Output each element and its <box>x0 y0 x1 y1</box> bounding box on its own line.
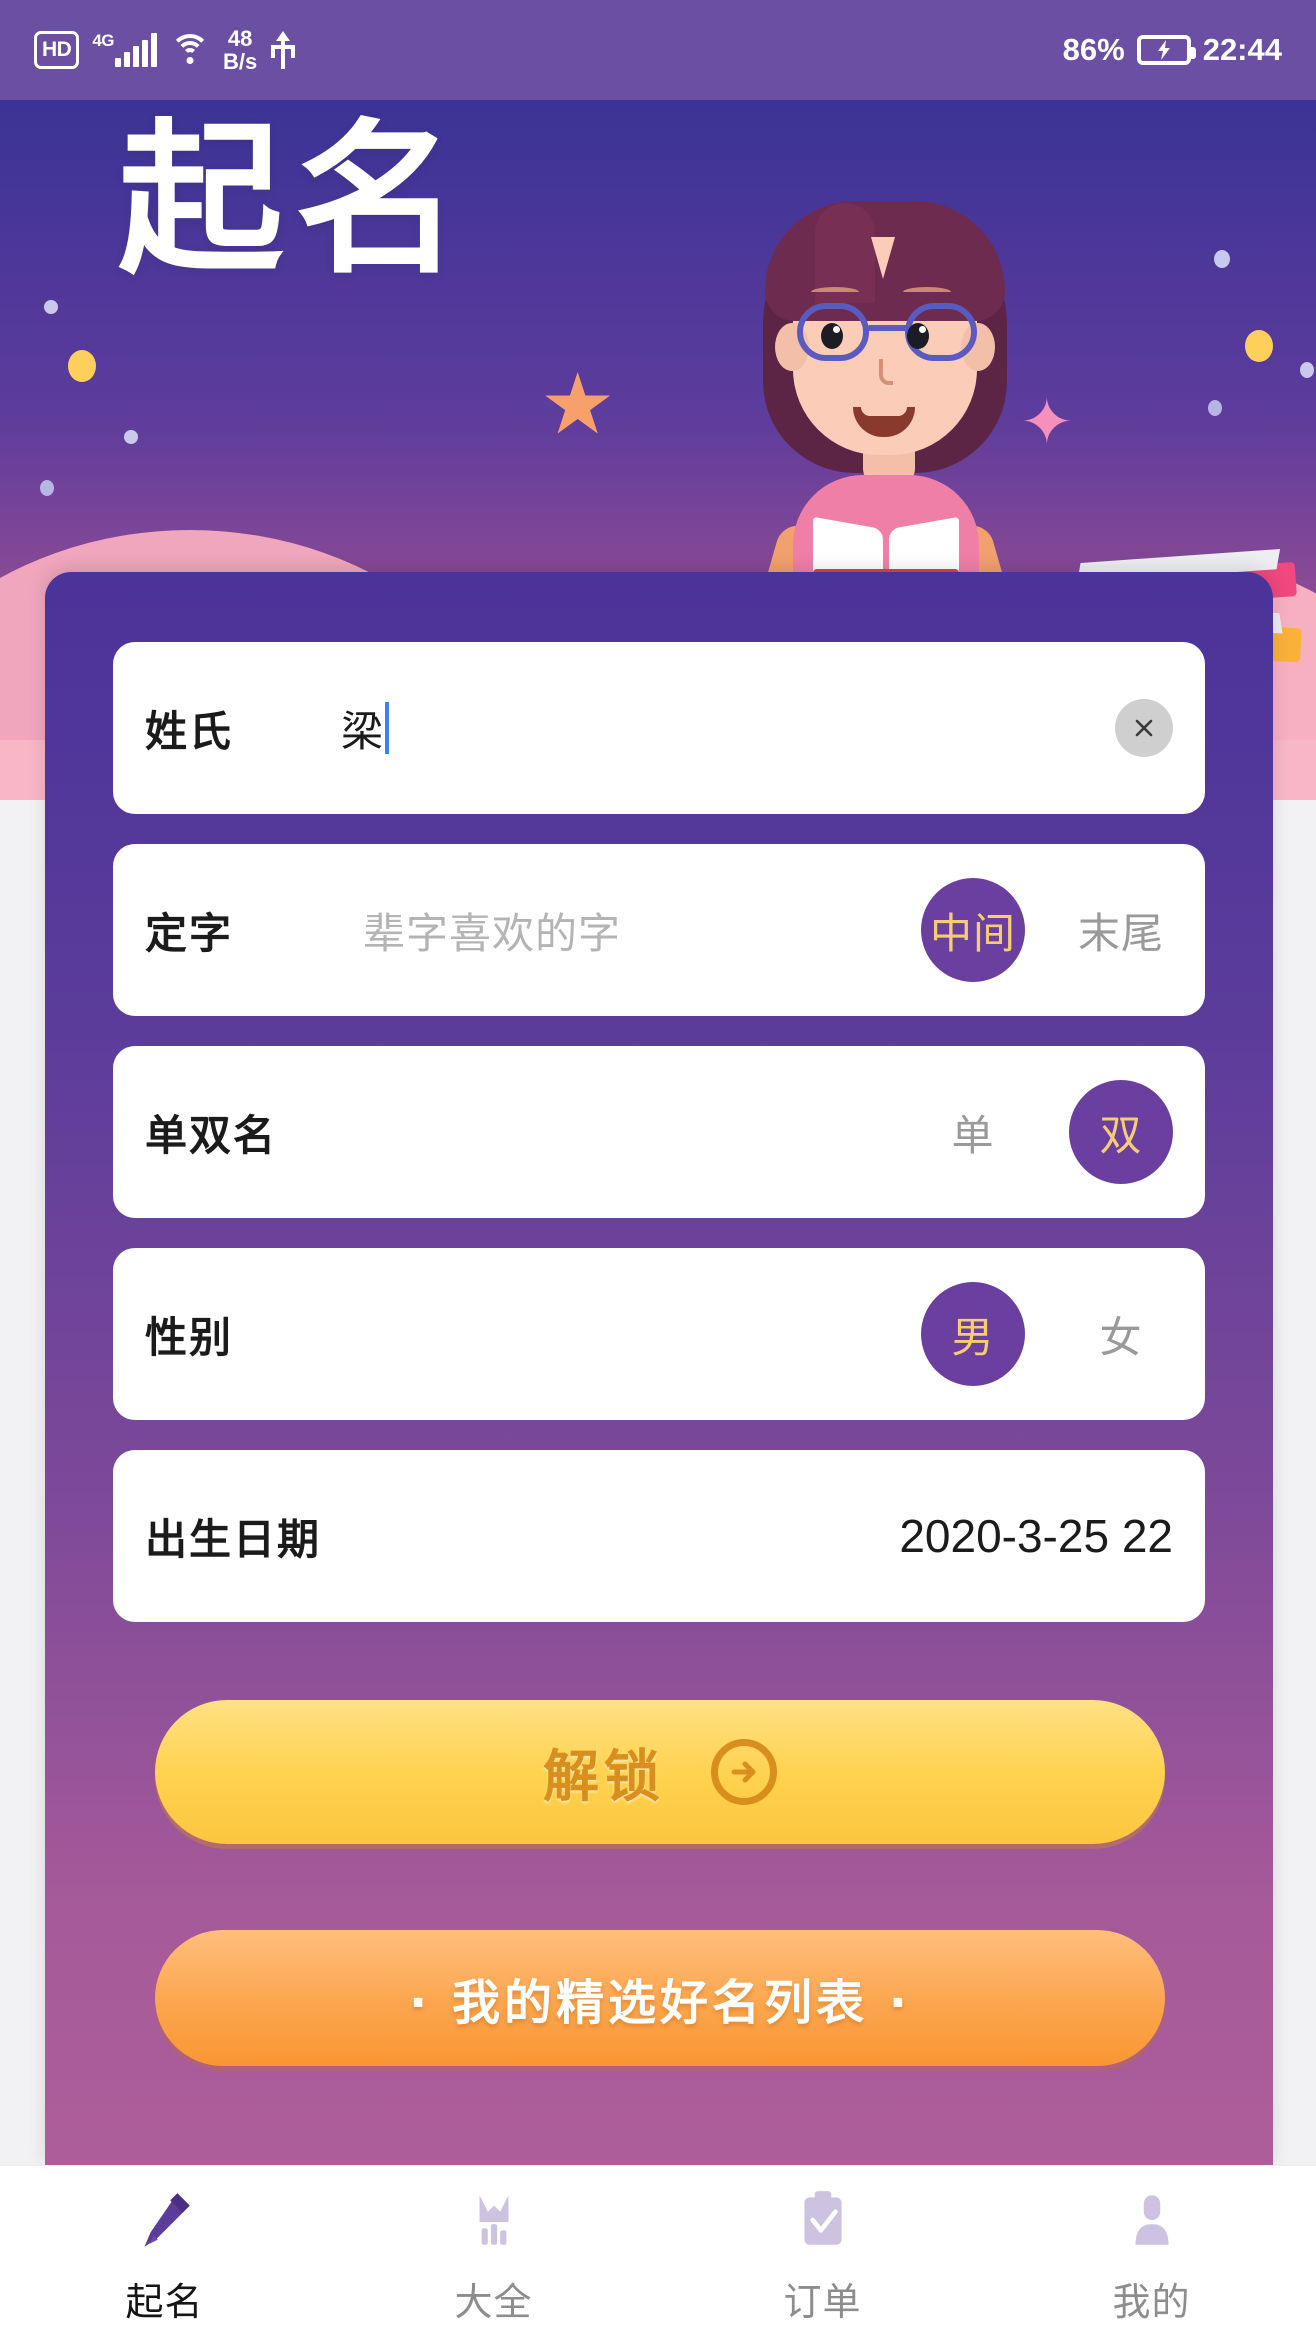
field-birthdate[interactable]: 出生日期 2020-3-25 22 <box>113 1450 1205 1622</box>
battery-percent-label: 86% <box>1062 32 1125 67</box>
nav-item-profile-label: 我的 <box>1112 2281 1191 2324</box>
clock-label: 22:44 <box>1202 32 1282 67</box>
surname-input[interactable]: 梁 <box>341 698 383 759</box>
decor-dot-yellow <box>68 350 96 382</box>
my-favorite-names-label: · 我的精选好名列表 · <box>409 1975 911 2031</box>
unlock-button-label: 解锁 <box>543 1744 665 1810</box>
option-double[interactable]: 双 <box>1069 1080 1173 1184</box>
usb-icon <box>270 31 296 69</box>
nav-item-profile[interactable]: 我的 <box>987 2181 1316 2326</box>
unlock-button[interactable]: 解锁 <box>155 1700 1165 1844</box>
nav-item-collection[interactable]: 大全 <box>329 2181 658 2326</box>
option-end[interactable]: 末尾 <box>1069 878 1173 982</box>
field-name-length-label: 单双名 <box>145 1111 278 1159</box>
fixed-char-input[interactable]: 辈字喜欢的字 <box>363 900 621 961</box>
nav-item-naming[interactable]: 起名 <box>0 2181 329 2326</box>
decor-dot-small <box>44 300 58 314</box>
nav-item-orders[interactable]: 订单 <box>658 2181 987 2326</box>
decor-dot-small <box>124 430 138 444</box>
arrow-right-circle-icon <box>711 1739 777 1805</box>
network-type-label: 4G <box>92 31 115 50</box>
decor-dot-small <box>1300 362 1314 378</box>
cellular-signal-icon: 4G <box>92 31 158 67</box>
status-bar-right: 86% 22:44 <box>1063 32 1282 68</box>
mascot-girl-illustration <box>735 145 1035 610</box>
bottom-navigation-bar: 起名 大全 订单 我的 <box>0 2165 1316 2340</box>
field-fixed-char-label: 定字 <box>145 909 234 957</box>
option-middle[interactable]: 中间 <box>921 878 1025 982</box>
page-title: 起名 <box>118 104 472 296</box>
decor-star-orange: ★ <box>540 357 616 451</box>
nav-item-naming-label: 起名 <box>125 2281 204 2324</box>
clear-surname-button[interactable] <box>1115 699 1173 757</box>
decor-dot-small <box>1214 250 1230 268</box>
status-bar: HD 4G 48 B/s 86% 22:44 <box>0 0 1316 100</box>
nav-item-orders-label: 订单 <box>783 2281 862 2324</box>
field-gender-label: 性别 <box>145 1313 234 1361</box>
naming-form-panel: 姓氏 梁 定字 辈字喜欢的字 中间 末尾 单双名 单 双 性别 男 女 出生日期… <box>45 572 1273 2167</box>
option-male[interactable]: 男 <box>921 1282 1025 1386</box>
pen-icon <box>132 2181 198 2259</box>
network-speed-unit: B/s <box>223 49 258 74</box>
decor-dot-small <box>40 480 54 496</box>
my-favorite-names-button[interactable]: · 我的精选好名列表 · <box>155 1930 1165 2066</box>
network-speed-indicator: 48 B/s <box>223 27 257 73</box>
wifi-icon <box>170 34 211 66</box>
field-birthdate-label: 出生日期 <box>145 1515 322 1563</box>
decor-dot-small <box>1208 400 1222 416</box>
book-collection-icon <box>461 2181 527 2259</box>
field-surname[interactable]: 姓氏 梁 <box>113 642 1205 814</box>
option-single[interactable]: 单 <box>921 1080 1025 1184</box>
option-female[interactable]: 女 <box>1069 1282 1173 1386</box>
field-fixed-char[interactable]: 定字 辈字喜欢的字 中间 末尾 <box>113 844 1205 1016</box>
person-icon <box>1119 2181 1185 2259</box>
birthdate-value[interactable]: 2020-3-25 22 <box>899 1509 1173 1563</box>
status-bar-left: HD 4G 48 B/s <box>34 27 296 73</box>
network-speed-value: 48 <box>227 25 253 51</box>
field-name-length[interactable]: 单双名 单 双 <box>113 1046 1205 1218</box>
hd-icon: HD <box>34 31 80 69</box>
clipboard-check-icon <box>790 2181 856 2259</box>
app-root: HD 4G 48 B/s 86% 22:44 起名 ★ ✦ 姓氏 梁 定字 辈字… <box>0 0 1316 2340</box>
battery-charging-icon <box>1136 35 1196 65</box>
decor-dot-yellow <box>1245 330 1273 362</box>
text-cursor <box>385 702 390 754</box>
nav-item-collection-label: 大全 <box>454 2281 533 2324</box>
field-surname-label: 姓氏 <box>145 707 234 755</box>
signal-bars-icon <box>115 33 158 67</box>
field-gender[interactable]: 性别 男 女 <box>113 1248 1205 1420</box>
